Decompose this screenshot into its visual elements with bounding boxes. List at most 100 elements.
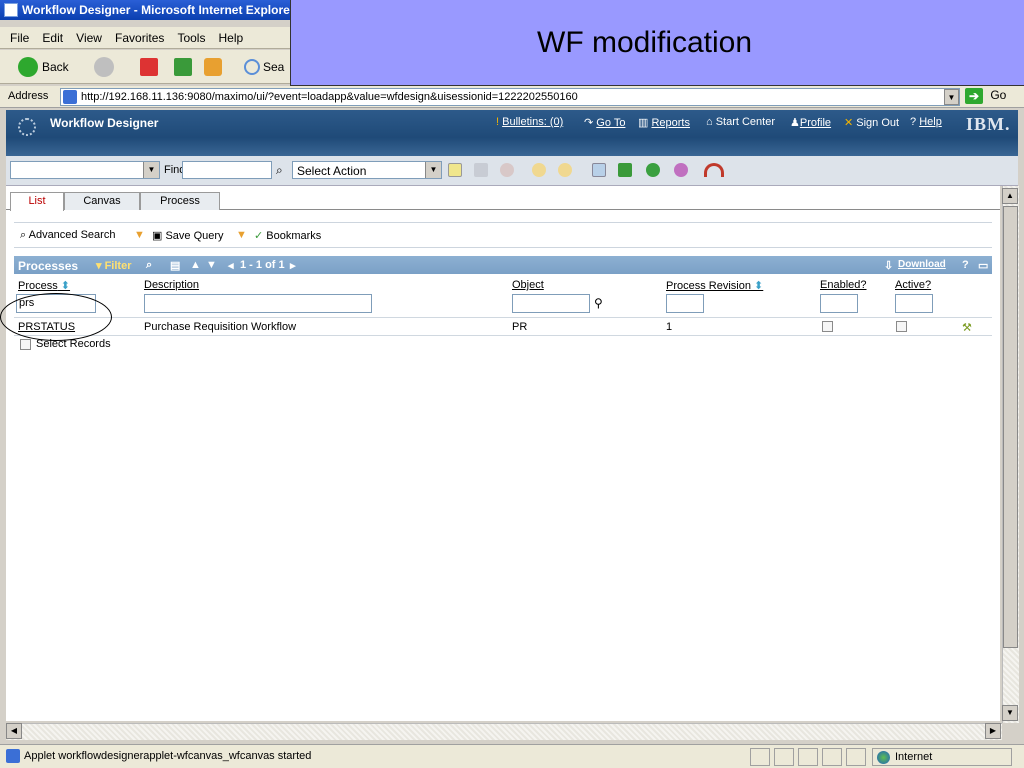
stop-button[interactable] [140, 55, 158, 79]
address-dropdown-button[interactable]: ▼ [944, 89, 959, 105]
column-process-revision[interactable]: Process Revision ⬍ [666, 279, 763, 292]
enabled-filter-input[interactable] [820, 294, 858, 313]
undo-icon[interactable] [704, 163, 724, 177]
page-icon [63, 90, 77, 104]
scroll-up-icon[interactable]: ▲ [1002, 188, 1018, 204]
bookmarks-link[interactable]: ✓ Bookmarks [254, 229, 321, 242]
download-icon[interactable]: ⇩ [884, 259, 893, 272]
reports-link[interactable]: ▥ Reports [638, 116, 690, 129]
tab-process[interactable]: Process [140, 192, 220, 210]
save-query-link[interactable]: ▣ Save Query [152, 229, 224, 242]
search-button[interactable]: Sea [244, 55, 284, 79]
description-cell: Purchase Requisition Workflow [144, 321, 297, 333]
slide-title-box: WF modification [290, 0, 1024, 86]
scroll-down-icon[interactable]: ▼ [1002, 705, 1018, 721]
save-icon: ▣ [152, 230, 166, 242]
status-pane [822, 748, 842, 766]
standard-toolbar: Back Sea [0, 50, 290, 84]
select-records-checkbox[interactable] [20, 339, 31, 350]
app-header: Workflow Designer ! Bulletins: (0) ↷ Go … [6, 110, 1018, 156]
down-arrow-icon[interactable]: ▼ [206, 259, 217, 271]
enabled-checkbox [822, 321, 833, 332]
canvas-icon[interactable] [592, 163, 606, 177]
find-input[interactable] [182, 161, 272, 179]
horizontal-scrollbar[interactable] [6, 723, 1002, 740]
menu-bar: File Edit View Favorites Tools Help [0, 27, 290, 49]
menu-view[interactable]: View [76, 31, 102, 45]
vertical-scroll-thumb[interactable] [1003, 206, 1018, 648]
binoculars-icon[interactable]: ⌕ [276, 163, 290, 177]
help-icon[interactable]: ? [962, 259, 969, 271]
tab-canvas[interactable]: Canvas [64, 192, 140, 210]
address-bar: Address http://192.168.11.136:9080/maxim… [0, 86, 1024, 108]
select-action-dropdown[interactable]: Select Action ▼ [292, 161, 442, 179]
refresh-button[interactable] [174, 55, 192, 79]
column-active[interactable]: Active? [895, 279, 931, 291]
row-action-icon[interactable]: ⚒ [962, 321, 972, 334]
menu-edit[interactable]: Edit [42, 31, 63, 45]
column-object[interactable]: Object [512, 279, 544, 291]
status-pane [798, 748, 818, 766]
previous-icon[interactable] [532, 163, 546, 177]
chevron-down-icon[interactable]: ▼ [134, 229, 145, 241]
page-icon [6, 749, 20, 763]
advanced-search-link[interactable]: ⌕ Advanced Search [20, 229, 115, 242]
help-link[interactable]: ? Help [910, 116, 942, 128]
bulletins-link[interactable]: ! Bulletins: (0) [496, 116, 563, 128]
next-page-icon[interactable]: ▸ [290, 259, 296, 272]
menu-tools[interactable]: Tools [177, 31, 205, 45]
menu-help[interactable]: Help [219, 31, 244, 45]
object-filter-input[interactable] [512, 294, 590, 313]
help-icon: ? [910, 116, 920, 128]
up-arrow-icon[interactable]: ▲ [190, 259, 201, 271]
back-button[interactable]: Back [18, 55, 69, 79]
start-center-link[interactable]: ⌂ Start Center [706, 116, 775, 128]
scroll-right-icon[interactable]: ▶ [985, 723, 1001, 739]
new-record-icon[interactable] [448, 163, 462, 177]
maximize-icon[interactable]: ▭ [978, 259, 988, 272]
tab-strip: List Canvas Process [6, 192, 1000, 211]
sort-icon: ⬍ [750, 280, 764, 292]
column-enabled[interactable]: Enabled? [820, 279, 867, 291]
scroll-left-icon[interactable]: ◀ [6, 723, 22, 739]
activate-icon[interactable] [646, 163, 660, 177]
route-icon[interactable] [674, 163, 688, 177]
forward-button[interactable] [94, 55, 114, 79]
home-button[interactable] [204, 55, 222, 79]
download-link[interactable]: Download [898, 259, 946, 270]
status-pane [774, 748, 794, 766]
refresh-icon [174, 58, 192, 76]
goto-link[interactable]: ↷ Go To [584, 116, 625, 129]
lookup-icon[interactable]: ⚲ [594, 296, 603, 310]
column-process[interactable]: Process ⬍ [18, 279, 70, 292]
binoculars-icon[interactable]: ⌕ [146, 259, 152, 272]
address-url: http://192.168.11.136:9080/maximo/ui/?ev… [81, 91, 578, 103]
clear-filter-icon[interactable]: ▤ [170, 259, 180, 272]
description-filter-input[interactable] [144, 294, 372, 313]
sign-out-link[interactable]: ✕ Sign Out [844, 116, 899, 129]
chevron-down-icon[interactable]: ▼ [236, 229, 247, 241]
back-arrow-icon [18, 57, 38, 77]
next-icon[interactable] [558, 163, 572, 177]
tab-list[interactable]: List [10, 192, 64, 211]
window-title-bar: Workflow Designer - Microsoft Internet E… [0, 0, 290, 20]
revision-cell: 1 [666, 321, 673, 333]
query-select[interactable]: ▼ [10, 161, 160, 179]
validate-icon[interactable] [618, 163, 632, 177]
profile-link[interactable]: ♟Profile [790, 116, 831, 129]
table-row[interactable]: PRSTATUS Purchase Requisition Workflow P… [14, 317, 992, 336]
go-button[interactable]: ➔ Go [965, 88, 1021, 106]
table-title-bar: Processes ▾ Filter ⌕ ▤ ▲ ▼ ◂ 1 - 1 of 1 … [14, 256, 992, 274]
previous-page-icon[interactable]: ◂ [228, 259, 234, 272]
clear-icon[interactable] [500, 163, 514, 177]
globe-icon [877, 751, 890, 764]
column-description[interactable]: Description [144, 279, 199, 291]
address-label: Address [8, 90, 49, 102]
filter-toggle[interactable]: ▾ Filter [96, 259, 131, 272]
revision-filter-input[interactable] [666, 294, 704, 313]
active-filter-input[interactable] [895, 294, 933, 313]
menu-file[interactable]: File [10, 31, 29, 45]
save-icon[interactable] [474, 163, 488, 177]
menu-favorites[interactable]: Favorites [115, 31, 164, 45]
address-input[interactable]: http://192.168.11.136:9080/maximo/ui/?ev… [60, 88, 960, 106]
